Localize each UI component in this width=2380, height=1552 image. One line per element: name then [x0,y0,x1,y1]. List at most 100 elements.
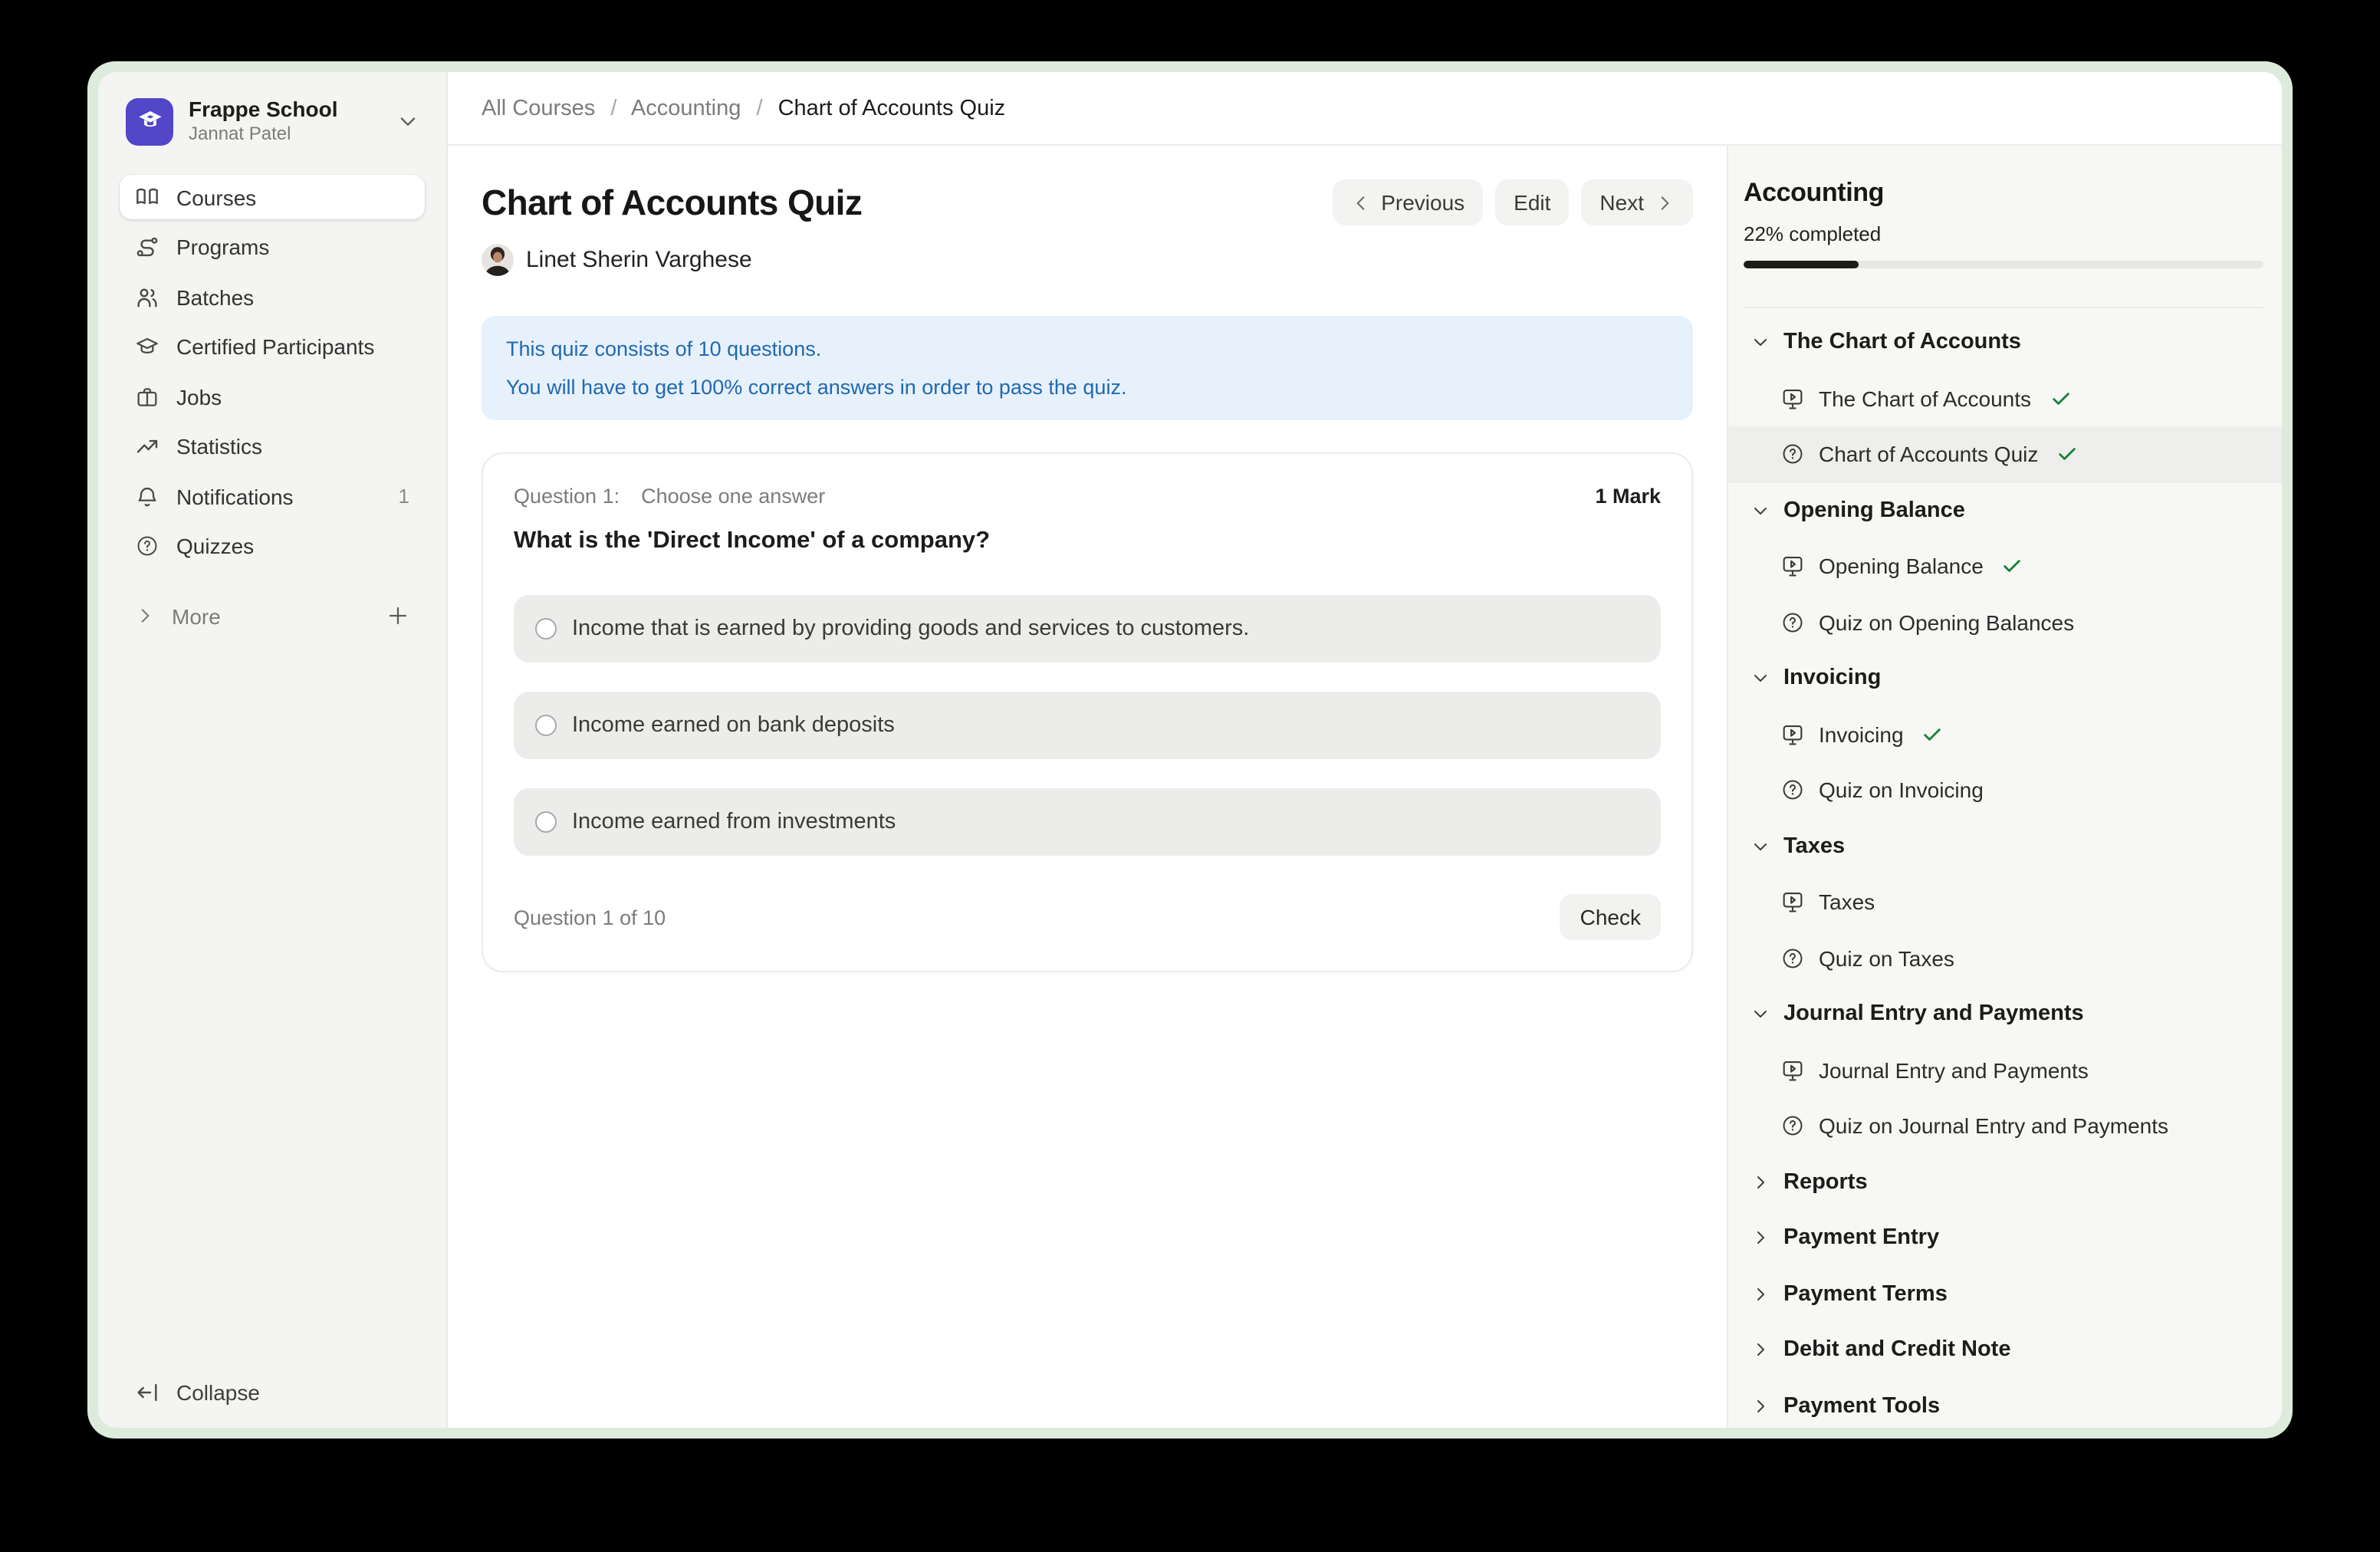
workspace-switcher[interactable]: Frappe School Jannat Patel [120,97,425,146]
lesson-icon [1780,890,1805,915]
avatar [482,244,514,276]
frappe-school-app: Frappe School Jannat Patel Courses Progra… [98,72,2282,1428]
sidebar-item-batches[interactable]: Batches [120,275,425,319]
option-label: Income earned on bank deposits [572,713,895,738]
help-circle-icon [135,534,159,558]
sidebar-item-label: Batches [176,284,254,309]
question-progress: Question 1 of 10 [514,906,666,929]
section-title: The Chart of Accounts [1783,330,2021,355]
quiz-icon [1780,946,1805,971]
briefcase-icon [135,384,159,409]
breadcrumb-bar: All Courses / Accounting / Chart of Acco… [448,72,2282,146]
graduation-cap-logo-icon [134,106,165,136]
collapse-sidebar-button[interactable]: Collapse [120,1370,425,1416]
outline-lesson-taxes[interactable]: Taxes [1728,874,2282,930]
outline-item-title: Taxes [1819,890,1875,915]
radio-button[interactable] [535,618,557,640]
chevron-right-icon [1655,192,1675,212]
course-outline-panel: Accounting 22% completed The Chart of Ac… [1727,146,2282,1428]
notice-line-1: This quiz consists of 10 questions. [506,330,1668,368]
quiz-notice: This quiz consists of 10 questions. You … [482,316,1693,420]
options-list: Income that is earned by providing goods… [514,595,1661,856]
outline-quiz-quiz-on-journal-entry-and-payments[interactable]: Quiz on Journal Entry and Payments [1728,1098,2282,1154]
sidebar-item-label: Courses [176,185,256,209]
collapse-label: Collapse [176,1380,260,1405]
brand-text: Frappe School Jannat Patel [189,97,382,146]
chevron-right-icon [1750,1173,1770,1192]
completed-check-icon [2056,444,2078,465]
chevron-right-icon [1750,1341,1770,1360]
sidebar-item-notifications[interactable]: Notifications1 [120,474,425,518]
outline-lesson-the-chart-of-accounts[interactable]: The Chart of Accounts [1728,370,2282,426]
answer-option-1[interactable]: Income that is earned by providing goods… [514,595,1661,663]
outline-lesson-opening-balance[interactable]: Opening Balance [1728,538,2282,594]
outline-quiz-chart-of-accounts-quiz[interactable]: Chart of Accounts Quiz [1728,426,2282,482]
sidebar-item-quizzes[interactable]: Quizzes [120,524,425,568]
plus-icon[interactable] [386,604,409,627]
option-label: Income that is earned by providing goods… [572,617,1249,641]
question-instruction: Choose one answer [641,485,825,508]
answer-option-3[interactable]: Income earned from investments [514,788,1661,856]
outline-section-taxes[interactable]: Taxes [1728,818,2282,874]
outline-lesson-journal-entry-and-payments[interactable]: Journal Entry and Payments [1728,1042,2282,1098]
outline-section-payment-entry[interactable]: Payment Entry [1728,1210,2282,1266]
outline-item-title: The Chart of Accounts [1819,386,2031,411]
next-button[interactable]: Next [1581,179,1693,225]
sidebar-item-label: Statistics [176,434,262,459]
answer-option-2[interactable]: Income earned on bank deposits [514,692,1661,759]
sidebar-item-certified-participants[interactable]: Certified Participants [120,324,425,369]
section-title: Opening Balance [1783,498,1965,523]
breadcrumb: All Courses / Accounting / Chart of Acco… [482,96,1005,120]
question-header: Question 1: Choose one answer 1 Mark [514,485,1661,508]
edit-button[interactable]: Edit [1495,179,1569,225]
breadcrumb-all-courses[interactable]: All Courses [482,96,595,120]
sidebar-item-jobs[interactable]: Jobs [120,374,425,419]
sidebar-item-label: Quizzes [176,534,254,558]
breadcrumb-accounting[interactable]: Accounting [631,96,741,120]
outline-section-invoicing[interactable]: Invoicing [1728,650,2282,706]
outline-section-journal-entry-and-payments[interactable]: Journal Entry and Payments [1728,986,2282,1042]
previous-button[interactable]: Previous [1332,179,1483,225]
course-progress-fill [1744,261,1858,268]
outline-section-reports[interactable]: Reports [1728,1154,2282,1210]
chevron-down-icon [1750,1005,1770,1024]
radio-button[interactable] [535,715,557,736]
author-row: Linet Sherin Varghese [482,244,1693,276]
outline-section-opening-balance[interactable]: Opening Balance [1728,482,2282,538]
sidebar-item-programs[interactable]: Programs [120,225,425,269]
outline-quiz-quiz-on-taxes[interactable]: Quiz on Taxes [1728,930,2282,986]
chevron-right-icon [1750,1397,1770,1416]
breadcrumb-separator: / [610,96,616,120]
outline-quiz-quiz-on-opening-balances[interactable]: Quiz on Opening Balances [1728,594,2282,650]
outline-section-payment-terms[interactable]: Payment Terms [1728,1266,2282,1322]
outline-section-payment-tools[interactable]: Payment Tools [1728,1378,2282,1428]
option-label: Income earned from investments [572,810,896,834]
chevron-right-icon [135,606,155,626]
sidebar-menu: Courses Programs Batches Certified Particip… [120,175,425,568]
chevron-right-icon [1750,1229,1770,1248]
outline-lesson-invoicing[interactable]: Invoicing [1728,706,2282,762]
quiz-icon [1780,1114,1805,1139]
bell-icon [135,484,159,508]
breadcrumb-separator: / [756,96,762,120]
outline-quiz-quiz-on-invoicing[interactable]: Quiz on Invoicing [1728,762,2282,818]
quiz-icon [1780,778,1805,803]
section-title: Reports [1783,1170,1868,1195]
author-name: Linet Sherin Varghese [526,247,752,273]
breadcrumb-current: Chart of Accounts Quiz [778,96,1006,120]
radio-button[interactable] [535,811,557,833]
sidebar-item-more[interactable]: More [120,594,425,637]
completed-check-icon [2050,388,2071,409]
book-open-icon [135,185,159,209]
outline-section-the-chart-of-accounts[interactable]: The Chart of Accounts [1728,314,2282,370]
section-title: Taxes [1783,834,1845,859]
question-card: Question 1: Choose one answer 1 Mark Wha… [482,452,1693,972]
outline-section-debit-and-credit-note[interactable]: Debit and Credit Note [1728,1322,2282,1378]
lesson-icon [1780,554,1805,579]
check-button[interactable]: Check [1560,894,1661,940]
sidebar-item-courses[interactable]: Courses [120,175,425,219]
desktop: Frappe School Jannat Patel Courses Progra… [0,0,2380,1552]
chevron-down-icon [1750,837,1770,856]
sidebar-item-statistics[interactable]: Statistics [120,424,425,469]
course-progress-bar [1744,261,2263,268]
